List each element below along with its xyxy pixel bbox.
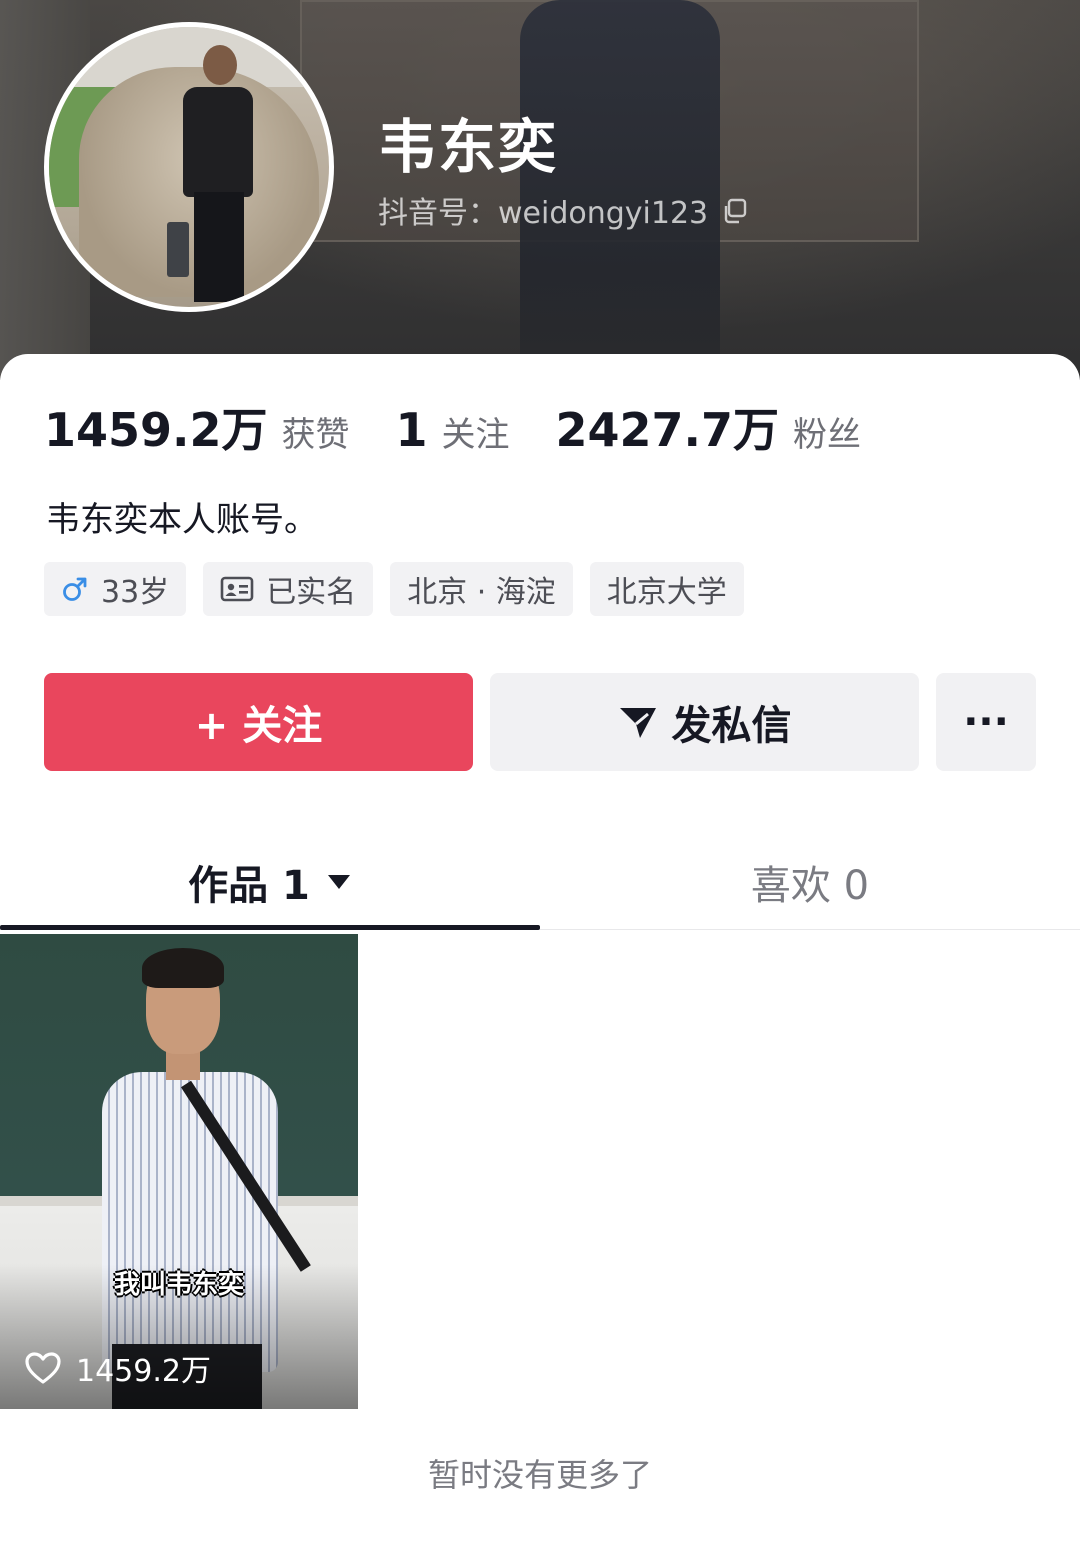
tab-likes[interactable]: 喜欢 0	[540, 834, 1080, 930]
tag-label: 已实名	[266, 575, 357, 610]
stat-value: 1	[395, 403, 428, 457]
tag-label: 北京大学	[606, 575, 727, 610]
profile-tags: 33岁 已实名 北京 · 海淀 北京大学	[44, 562, 761, 616]
tab-works[interactable]: 作品 1	[0, 834, 540, 930]
stat-value: 1459.2万	[44, 403, 268, 457]
caret-down-icon	[326, 873, 352, 891]
profile-name: 韦东奕	[378, 113, 559, 181]
tag-label: 北京 · 海淀	[407, 575, 556, 610]
stat-label: 粉丝	[793, 415, 862, 455]
stat-following[interactable]: 1 关注	[396, 403, 510, 457]
end-of-list-note: 暂时没有更多了	[427, 1456, 652, 1494]
video-likes: 1459.2万	[24, 1346, 211, 1390]
video-likes-count: 1459.2万	[76, 1354, 211, 1389]
stat-label: 获赞	[281, 415, 350, 455]
send-icon	[618, 702, 658, 742]
stat-value: 2427.7万	[555, 403, 780, 457]
tag-age: 33岁	[44, 562, 187, 616]
active-tab-indicator	[0, 925, 540, 930]
video-thumbnail[interactable]: 我叫韦东奕 1459.2万	[0, 934, 358, 1409]
tag-school: 北京大学	[589, 562, 744, 616]
male-icon	[61, 575, 89, 603]
tab-label: 喜欢 0	[750, 863, 870, 909]
profile-stats: 1459.2万 获赞 1 关注 2427.7万 粉丝	[44, 394, 907, 460]
stat-followers[interactable]: 2427.7万 粉丝	[556, 394, 862, 460]
message-button-label: 发私信	[671, 703, 792, 749]
douyin-id[interactable]: 抖音号：weidongyi123	[378, 188, 748, 232]
video-caption: 我叫韦东奕	[113, 1270, 244, 1300]
tab-label: 作品 1	[188, 863, 310, 909]
action-buttons: + 关注 发私信 ···	[44, 673, 1036, 771]
profile-card: 1459.2万 获赞 1 关注 2427.7万 粉丝 韦东奕本人账号。 33岁	[0, 354, 1080, 1544]
douyin-id-text: 抖音号：weidongyi123	[378, 196, 709, 231]
avatar[interactable]	[44, 22, 334, 312]
tag-label: 33岁	[101, 575, 170, 610]
profile-cover: 韦东奕 抖音号：weidongyi123	[0, 0, 1080, 380]
stat-likes: 1459.2万 获赞	[44, 394, 350, 460]
profile-bio: 韦东奕本人账号。	[46, 500, 318, 540]
content-tabs: 作品 1 喜欢 0	[0, 834, 1080, 930]
heart-icon	[24, 1351, 62, 1385]
stat-label: 关注	[441, 415, 510, 455]
tag-verified: 已实名	[203, 562, 374, 616]
tag-location: 北京 · 海淀	[390, 562, 573, 616]
message-button[interactable]: 发私信	[490, 673, 919, 771]
copy-icon[interactable]	[722, 197, 748, 224]
id-card-icon	[220, 576, 254, 602]
more-button[interactable]: ···	[936, 673, 1036, 771]
follow-button[interactable]: + 关注	[44, 673, 473, 771]
